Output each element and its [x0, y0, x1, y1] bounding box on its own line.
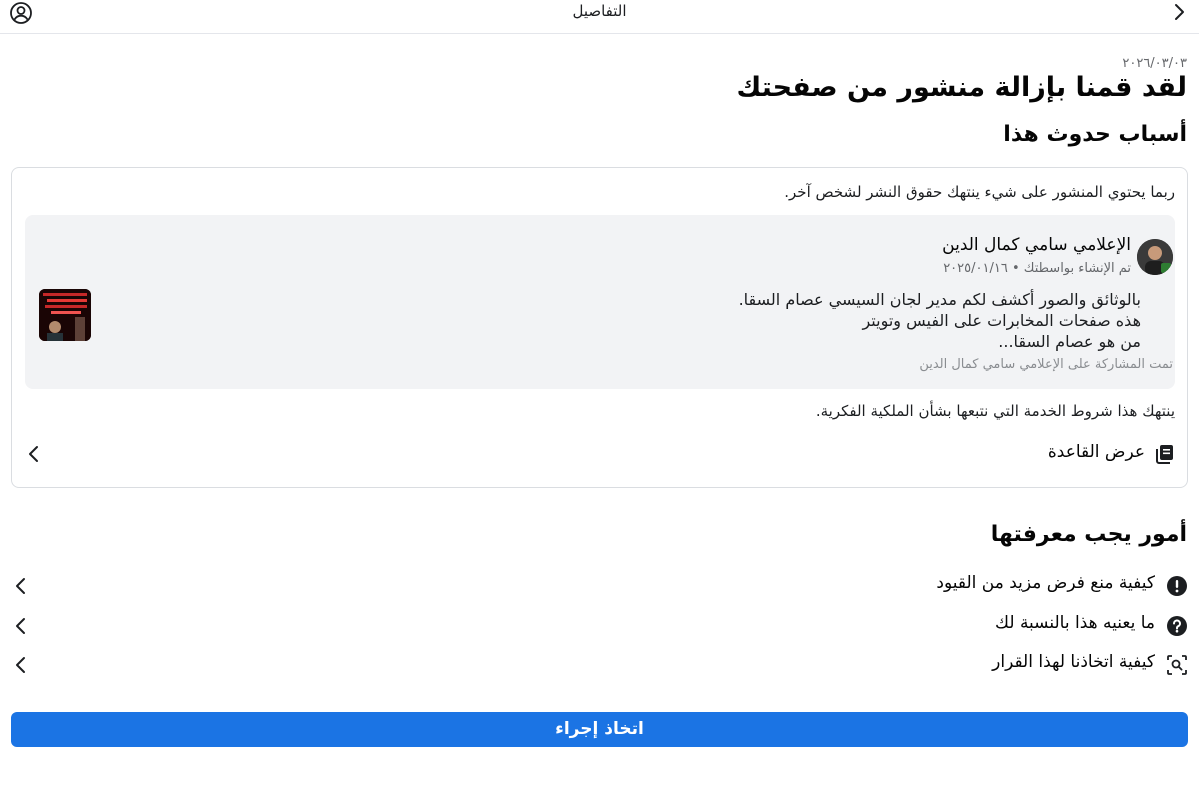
removal-date: ٢٠٢٦/٠٣/٠٣	[1122, 56, 1187, 71]
shared-by-text: تمت المشاركة على الإعلامي سامي كمال الدي…	[919, 357, 1173, 372]
chevron-left-icon	[14, 576, 28, 596]
list-item-what-it-means[interactable]: ما يعنيه هذا بالنسبة لك	[0, 611, 1199, 643]
things-to-know-heading: أمور يجب معرفتها	[990, 522, 1187, 547]
violation-text: ينتهك هذا شروط الخدمة التي نتبعها بشأن ا…	[815, 402, 1175, 420]
chevron-left-icon	[14, 655, 28, 675]
list-item-label: ما يعنيه هذا بالنسبة لك	[995, 613, 1155, 633]
rulebook-icon	[1155, 444, 1175, 464]
reason-card: ربما يحتوي المنشور على شيء ينتهك حقوق ال…	[11, 167, 1188, 488]
top-bar: التفاصيل	[0, 0, 1199, 34]
chevron-left-icon	[14, 616, 28, 636]
exclamation-circle-icon	[1166, 575, 1188, 597]
post-meta: تم الإنشاء بواسطتك • ٢٠٢٥/٠١/١٦	[943, 261, 1131, 276]
chevron-left-icon	[26, 444, 42, 464]
post-body-line: بالوثائق والصور أكشف لكم مدير لجان السيس…	[738, 290, 1141, 309]
list-item-how-we-decided[interactable]: كيفية اتخاذنا لهذا القرار	[0, 650, 1199, 682]
headline: لقد قمنا بإزالة منشور من صفحتك	[736, 72, 1187, 103]
list-item-label: كيفية اتخاذنا لهذا القرار	[992, 652, 1155, 672]
post-body-line: من هو عصام السقا...	[998, 332, 1141, 351]
reasons-heading: أسباب حدوث هذا	[1003, 122, 1187, 147]
take-action-button[interactable]: اتخاذ إجراء	[11, 712, 1188, 747]
author-avatar	[1137, 239, 1173, 275]
removed-post: الإعلامي سامي كمال الدين تم الإنشاء بواس…	[25, 215, 1175, 389]
scan-search-icon	[1166, 654, 1188, 676]
page-title: التفاصيل	[572, 2, 627, 20]
reason-text: ربما يحتوي المنشور على شيء ينتهك حقوق ال…	[784, 183, 1175, 201]
post-body: بالوثائق والصور أكشف لكم مدير لجان السيس…	[739, 289, 1141, 352]
post-author[interactable]: الإعلامي سامي كمال الدين	[942, 235, 1131, 255]
post-thumbnail[interactable]	[39, 289, 91, 341]
question-circle-icon	[1166, 615, 1188, 637]
back-chevron-icon[interactable]	[1169, 2, 1189, 22]
view-rule-row[interactable]: عرض القاعدة	[12, 438, 1187, 470]
view-rule-label: عرض القاعدة	[1047, 442, 1145, 462]
list-item-label: كيفية منع فرض مزيد من القيود	[936, 573, 1155, 593]
list-item-prevent-restrictions[interactable]: كيفية منع فرض مزيد من القيود	[0, 571, 1199, 603]
post-body-line: هذه صفحات المخابرات على الفيس وتويتر	[862, 311, 1141, 330]
